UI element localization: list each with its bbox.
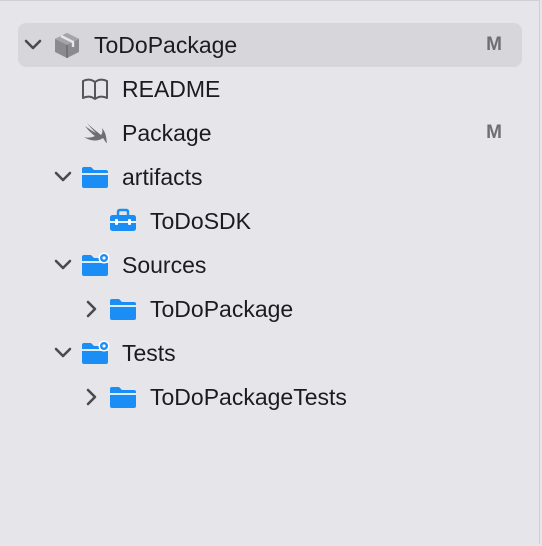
tree-row-label: README bbox=[122, 76, 221, 102]
folder-icon bbox=[108, 383, 138, 411]
tree-row-todopackage[interactable]: ToDoPackage M bbox=[18, 23, 522, 67]
tree-row-label: ToDoSDK bbox=[150, 208, 251, 234]
chevron-down-icon[interactable] bbox=[22, 34, 44, 56]
package-icon bbox=[52, 31, 82, 59]
folder-icon bbox=[80, 163, 110, 191]
tree-row-label: ToDoPackage bbox=[94, 32, 238, 58]
folder-gear-icon bbox=[80, 339, 110, 367]
chevron-down-icon[interactable] bbox=[52, 342, 74, 364]
tree-row-label: artifacts bbox=[122, 164, 203, 190]
tree-row-label: ToDoPackageTests bbox=[150, 384, 347, 410]
project-navigator: ToDoPackage M README Package M artifacts… bbox=[0, 0, 540, 544]
tree-row-readme[interactable]: README bbox=[18, 67, 522, 111]
tree-row-sources-todopackage[interactable]: ToDoPackage bbox=[18, 287, 522, 331]
modified-badge: M bbox=[486, 122, 502, 143]
folder-gear-icon bbox=[80, 251, 110, 279]
tree-row-todosdk[interactable]: ToDoSDK bbox=[18, 199, 522, 243]
tree-row-sources[interactable]: Sources bbox=[18, 243, 522, 287]
tree-row-label: Sources bbox=[122, 252, 207, 278]
tree-row-tests-todopackagetests[interactable]: ToDoPackageTests bbox=[18, 375, 522, 419]
tree-row-artifacts[interactable]: artifacts bbox=[18, 155, 522, 199]
chevron-right-icon[interactable] bbox=[80, 298, 102, 320]
tree-row-label: ToDoPackage bbox=[150, 296, 294, 322]
tree-row-label: Package bbox=[122, 120, 212, 146]
swift-icon bbox=[80, 119, 110, 147]
tree-row-tests[interactable]: Tests bbox=[18, 331, 522, 375]
modified-badge: M bbox=[486, 34, 502, 55]
book-icon bbox=[80, 75, 110, 103]
chevron-right-icon[interactable] bbox=[80, 386, 102, 408]
tree-row-label: Tests bbox=[122, 340, 176, 366]
tree-row-package[interactable]: Package M bbox=[18, 111, 522, 155]
folder-icon bbox=[108, 295, 138, 323]
toolbox-icon bbox=[108, 207, 138, 235]
chevron-down-icon[interactable] bbox=[52, 166, 74, 188]
chevron-down-icon[interactable] bbox=[52, 254, 74, 276]
